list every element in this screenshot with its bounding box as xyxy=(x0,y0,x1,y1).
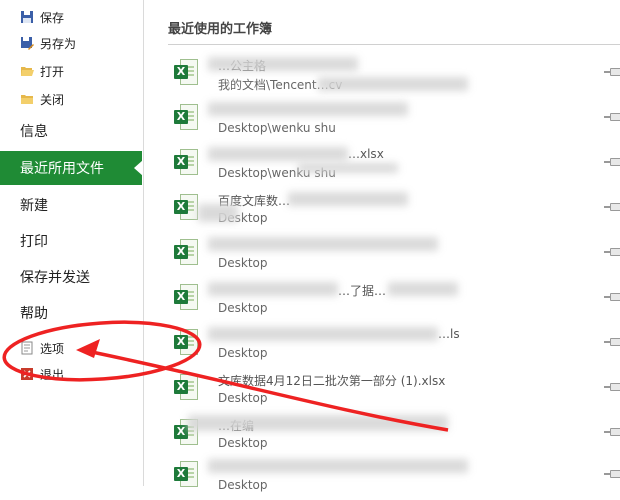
exit-icon xyxy=(20,367,34,381)
save-icon xyxy=(20,10,34,24)
recent-file-row[interactable]: X …了据… Desktop xyxy=(168,278,620,323)
exit-menu-item[interactable]: 退出 xyxy=(0,361,142,387)
help-menu-item[interactable]: 帮助 xyxy=(0,296,142,330)
redaction-blur xyxy=(208,147,348,161)
active-indicator xyxy=(134,160,143,176)
save-send-menu-item[interactable]: 保存并发送 xyxy=(0,260,142,294)
save-menu-item[interactable]: 保存 xyxy=(0,4,142,30)
file-path: Desktop xyxy=(218,391,268,405)
recent-label: 最近所用文件 xyxy=(20,161,104,177)
file-path: Desktop xyxy=(218,436,268,450)
save-as-icon xyxy=(20,36,34,50)
recent-file-row[interactable]: X …在编 Desktop xyxy=(168,413,620,458)
open-menu-item[interactable]: 打开 xyxy=(0,58,142,84)
file-name: 文库数据4月12日二批次第一部分 (1).xlsx xyxy=(218,374,446,388)
excel-file-icon: X xyxy=(174,284,198,312)
excel-file-icon: X xyxy=(174,149,198,177)
section-title: 最近使用的工作簿 xyxy=(168,22,273,37)
pin-icon[interactable] xyxy=(604,427,620,437)
redaction-blur xyxy=(388,282,458,296)
redaction-blur xyxy=(208,237,438,251)
excel-file-icon: X xyxy=(174,59,198,87)
save-as-menu-item[interactable]: 另存为 xyxy=(0,30,142,56)
file-path: Desktop xyxy=(218,256,268,270)
excel-file-icon: X xyxy=(174,329,198,357)
pin-icon[interactable] xyxy=(604,67,620,77)
redaction-blur xyxy=(318,77,468,91)
new-label: 新建 xyxy=(20,198,48,214)
pin-icon[interactable] xyxy=(604,247,620,257)
file-path: Desktop xyxy=(218,346,268,360)
pin-icon[interactable] xyxy=(604,382,620,392)
title-divider xyxy=(168,44,620,45)
new-menu-item[interactable]: 新建 xyxy=(0,188,142,222)
redaction-blur xyxy=(298,163,398,173)
redaction-blur xyxy=(208,459,468,473)
exit-label: 退出 xyxy=(40,367,65,382)
file-name: …ls xyxy=(438,327,460,341)
print-label: 打印 xyxy=(20,234,48,250)
file-name: …xlsx xyxy=(348,147,384,161)
open-label: 打开 xyxy=(40,64,65,79)
pin-icon[interactable] xyxy=(604,157,620,167)
file-path: Desktop xyxy=(218,478,268,492)
options-menu-item[interactable]: 选项 xyxy=(0,335,142,361)
recent-file-row[interactable]: X …xlsx Desktop\wenku shu xyxy=(168,143,620,188)
excel-file-icon: X xyxy=(174,194,198,222)
recent-file-row[interactable]: X 文库数据4月12日二批次第一部分 (1).xlsx Desktop xyxy=(168,368,620,413)
recent-file-row[interactable]: X Desktop xyxy=(168,455,620,500)
file-path: Desktop\wenku shu xyxy=(218,121,336,135)
recent-file-row[interactable]: X 百度文库数… Desktop xyxy=(168,188,620,233)
pin-icon[interactable] xyxy=(604,469,620,479)
pin-icon[interactable] xyxy=(604,292,620,302)
info-menu-item[interactable]: 信息 xyxy=(0,114,142,148)
pin-icon[interactable] xyxy=(604,202,620,212)
save-as-label: 另存为 xyxy=(40,36,77,51)
redaction-blur xyxy=(208,102,408,116)
save-label: 保存 xyxy=(40,10,65,25)
recent-workbooks-panel: 最近使用的工作簿 X …公主格 我的文档\Tencent…cv X Deskto… xyxy=(144,0,620,492)
folder-open-icon xyxy=(20,64,34,78)
backstage-sidebar: 保存 另存为 打开 关闭 信息 最近所用文件 新建 打印 保存并发送 帮助 选项… xyxy=(0,0,144,486)
pin-icon[interactable] xyxy=(604,337,620,347)
recent-file-row[interactable]: X Desktop xyxy=(168,233,620,278)
excel-file-icon: X xyxy=(174,104,198,132)
excel-file-icon: X xyxy=(174,461,198,489)
file-path: Desktop xyxy=(218,301,268,315)
recent-menu-item[interactable]: 最近所用文件 xyxy=(0,151,143,185)
recent-file-row[interactable]: X …公主格 我的文档\Tencent…cv xyxy=(168,53,620,98)
options-icon xyxy=(20,341,34,355)
redaction-blur xyxy=(208,327,438,341)
redaction-blur xyxy=(208,57,358,71)
redaction-blur xyxy=(288,192,408,206)
help-label: 帮助 xyxy=(20,306,48,322)
close-label: 关闭 xyxy=(40,92,65,107)
file-name: …了据… xyxy=(338,284,387,298)
folder-close-icon xyxy=(20,92,34,106)
save-send-label: 保存并发送 xyxy=(20,270,90,286)
pin-icon[interactable] xyxy=(604,112,620,122)
recent-file-row[interactable]: X …ls Desktop xyxy=(168,323,620,368)
close-menu-item[interactable]: 关闭 xyxy=(0,86,142,112)
print-menu-item[interactable]: 打印 xyxy=(0,224,142,258)
info-label: 信息 xyxy=(20,124,48,140)
options-label: 选项 xyxy=(40,341,65,356)
redaction-blur xyxy=(188,415,448,431)
redaction-blur xyxy=(208,282,338,296)
recent-file-row[interactable]: X Desktop\wenku shu xyxy=(168,98,620,143)
excel-file-icon: X xyxy=(174,239,198,267)
excel-file-icon: X xyxy=(174,374,198,402)
redaction-blur xyxy=(198,204,238,222)
